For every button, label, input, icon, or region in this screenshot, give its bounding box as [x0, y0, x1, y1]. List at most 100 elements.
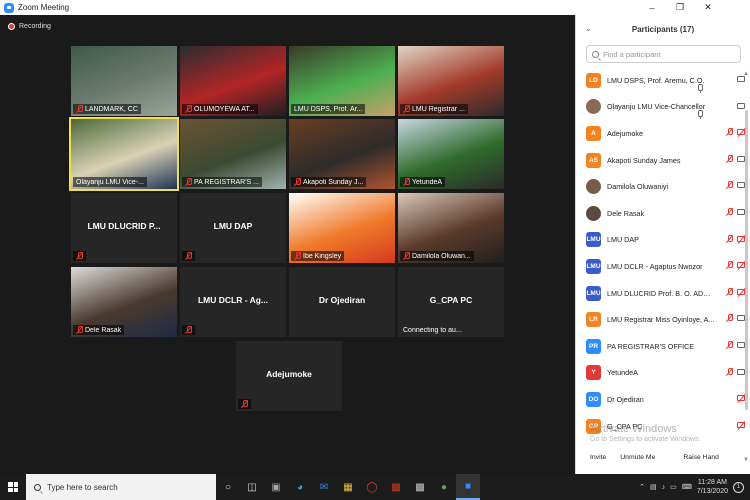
restore-button[interactable]: ❐	[666, 0, 694, 15]
chrome-icon[interactable]: ●	[432, 474, 456, 500]
video-tile[interactable]: YetundeA	[398, 119, 504, 189]
zoom-window: Zoom Meeting – ❐ ✕ LANDMARK, CC OLUMOYEWA…	[0, 0, 750, 474]
camera-off-icon	[737, 395, 745, 402]
raise-hand-button[interactable]: Raise Hand	[679, 451, 723, 464]
participant-name: PA REGISTRAR'S OFFICE	[607, 341, 695, 351]
participant-avatar: AS	[586, 152, 601, 168]
edge-icon[interactable]: ◕	[288, 474, 312, 500]
participant-row[interactable]: LD LMU DSPS, Prof. Aremu, C.O.	[576, 67, 750, 94]
video-tile[interactable]: LMU DSPS, Prof. Ar...	[289, 46, 395, 116]
zoom-taskbar-icon[interactable]: ■	[456, 474, 480, 500]
participants-panel: ⌄ Participants (17) ▲ ▼ LDLMU DSPS, Prof…	[575, 15, 750, 474]
participant-row[interactable]: Y YetundeA	[576, 360, 750, 387]
volume-icon[interactable]: ♪	[662, 484, 666, 491]
participant-row[interactable]: PR PA REGISTRAR'S OFFICE	[576, 333, 750, 360]
participant-row[interactable]: AS Akapoti Sunday James	[576, 147, 750, 174]
mic-muted-icon	[76, 326, 83, 334]
mic-muted-icon[interactable]	[726, 367, 733, 376]
participant-search-input[interactable]	[603, 49, 733, 59]
video-tile[interactable]: LMU DAP	[180, 193, 286, 263]
participant-row[interactable]: Dele Rasak	[576, 200, 750, 227]
mic-icon[interactable]	[697, 83, 703, 93]
mic-muted-icon	[185, 105, 192, 113]
explorer-icon[interactable]: ▦	[336, 474, 360, 500]
video-tile[interactable]: LMU DCLR - Ag...	[180, 267, 286, 337]
mic-muted-icon[interactable]	[726, 287, 733, 296]
participant-avatar: LR	[586, 312, 601, 328]
network-icon[interactable]: ▤	[650, 483, 657, 491]
participant-avatar: LD	[586, 72, 601, 88]
participant-row[interactable]: LR LMU Registrar Miss Oyinloye, A...	[576, 306, 750, 333]
camera-off-icon	[737, 129, 745, 136]
video-tile[interactable]: Ibe Kingsley	[289, 193, 395, 263]
minimize-button[interactable]: –	[638, 0, 666, 15]
notifications-icon[interactable]: 1	[733, 481, 744, 493]
mic-muted-icon[interactable]	[726, 234, 733, 243]
participant-row[interactable]: Damilola Oluwaniyi	[576, 173, 750, 200]
tile-participant-name: YetundeA	[412, 178, 443, 186]
start-button[interactable]	[0, 474, 26, 500]
participants-header: ⌄ Participants (17)	[576, 15, 750, 43]
cortana-icon[interactable]: ○	[216, 474, 240, 500]
video-tile[interactable]: LMU DLUCRID P...	[71, 193, 177, 263]
participant-search[interactable]	[586, 45, 741, 63]
opera-icon[interactable]: ◯	[360, 474, 384, 500]
video-tile[interactable]: Damilola Oluwan...	[398, 193, 504, 263]
chevron-up-icon[interactable]: ⌃	[639, 483, 645, 491]
video-tile[interactable]: LANDMARK, CC	[71, 46, 177, 116]
tile-name-tag: LMU Registrar ...	[400, 104, 468, 114]
tile-center-name: LMU DCLR - Ag...	[197, 295, 269, 305]
tile-participant-name: PA REGISTRAR'S ...	[194, 178, 259, 186]
participant-row[interactable]: A Adejumoke	[576, 120, 750, 147]
tile-participant-name: Ibe Kingsley	[303, 252, 342, 260]
video-tile[interactable]: LMU Registrar ...	[398, 46, 504, 116]
participant-row[interactable]: LMU LMU DAP	[576, 227, 750, 254]
video-tile[interactable]: Dele Rasak	[71, 267, 177, 337]
app-green-icon[interactable]: ▩	[408, 474, 432, 500]
chevron-down-icon[interactable]: ⌄	[585, 24, 592, 33]
watermark-subtitle: Go to Settings to activate Windows.	[590, 436, 701, 443]
tile-name-tag: LANDMARK, CC	[73, 104, 141, 114]
video-tile[interactable]: Dr Ojediran	[289, 267, 395, 337]
mic-muted-icon[interactable]	[726, 154, 733, 163]
participant-row[interactable]: LMU LMU DLUCRID Prof. B. O. ADEB...	[576, 280, 750, 307]
mic-muted-icon[interactable]	[726, 207, 733, 216]
participant-row[interactable]: Olayanju LMU Vice-Chancellor	[576, 94, 750, 121]
mic-muted-icon[interactable]	[726, 261, 733, 269]
mic-muted-icon[interactable]	[726, 314, 733, 322]
video-tile[interactable]: Olayanju LMU Vice-...	[69, 117, 179, 191]
close-button[interactable]: ✕	[694, 0, 722, 15]
camera-off-icon	[737, 235, 745, 242]
unmute-me-button[interactable]: Unmute Me	[616, 451, 660, 464]
record-icon	[8, 23, 15, 30]
store-icon[interactable]: ▣	[264, 474, 288, 500]
video-tile[interactable]: OLUMOYEWA AT...	[180, 46, 286, 116]
mic-muted-icon[interactable]	[726, 181, 733, 189]
clock[interactable]: 11:28 AM 7/13/2020	[697, 478, 728, 496]
app-m-icon[interactable]: ▩	[384, 474, 408, 500]
participant-row[interactable]: LMU LMU DCLR - Agaptus Nwozor	[576, 253, 750, 280]
invite-button[interactable]: Invite	[586, 451, 611, 464]
tile-center-name: Dr Ojediran	[318, 295, 366, 305]
tile-participant-name: Akapoti Sunday J...	[303, 178, 364, 186]
participant-name: YetundeA	[607, 368, 638, 378]
video-tile[interactable]: G_CPA PC Connecting to au...	[398, 267, 504, 337]
video-tile[interactable]: Adejumoke	[236, 341, 342, 411]
participant-row[interactable]: DO Dr Ojediran	[576, 386, 750, 413]
participant-avatar: A	[586, 125, 601, 141]
recording-indicator[interactable]: Recording	[8, 23, 51, 30]
task-view-icon[interactable]: ◫	[240, 474, 264, 500]
video-tile[interactable]: PA REGISTRAR'S ...	[180, 119, 286, 189]
participant-name: Adejumoke	[607, 128, 643, 138]
mail-icon[interactable]: ✉	[312, 474, 336, 500]
watermark-title: Activate Windows	[590, 423, 677, 435]
activate-windows-watermark: Activate Windows Go to Settings to activ…	[590, 423, 701, 443]
participant-avatar	[586, 99, 601, 115]
keyboard-icon[interactable]: ⌨	[682, 483, 692, 491]
battery-icon[interactable]: ▭	[670, 483, 677, 491]
taskbar-search[interactable]: Type here to search	[26, 474, 216, 500]
mic-icon[interactable]	[697, 110, 703, 120]
video-tile[interactable]: Akapoti Sunday J...	[289, 119, 395, 189]
mic-muted-icon[interactable]	[726, 128, 733, 136]
mic-muted-icon[interactable]	[726, 340, 733, 349]
